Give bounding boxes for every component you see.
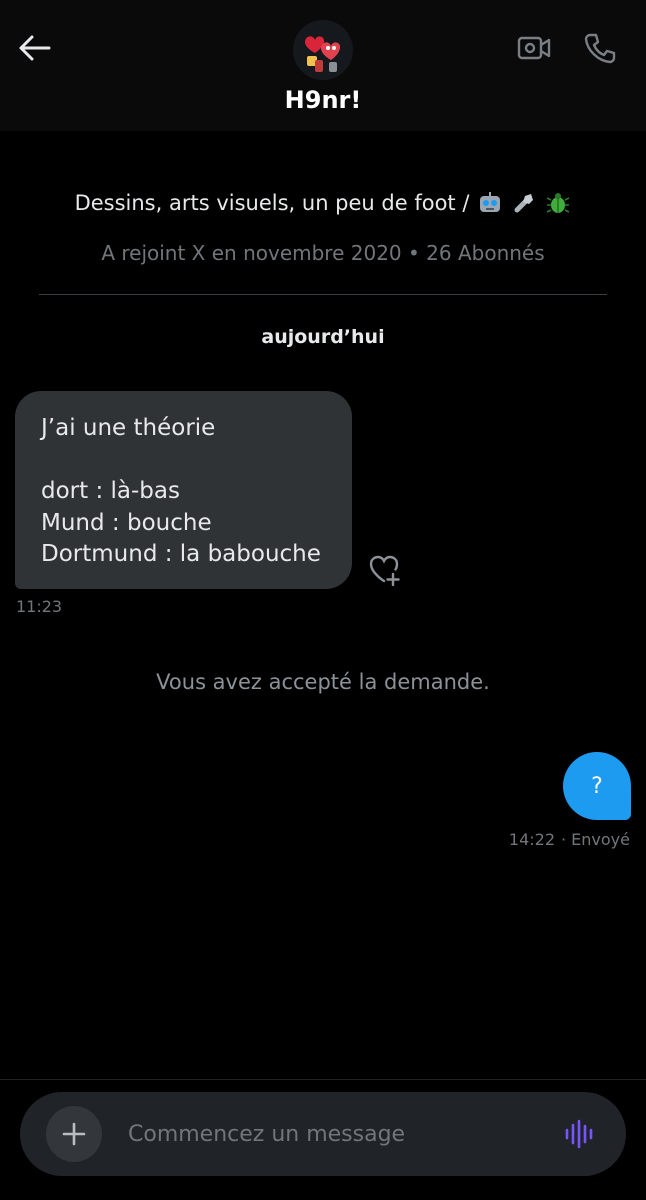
back-button[interactable] [14,30,54,66]
bolt-emoji-icon [514,194,534,213]
heart-plus-icon [369,555,400,586]
message-line: J’ai une théorie [41,415,216,441]
arrow-left-icon [19,35,51,61]
voice-call-button[interactable] [580,28,620,68]
video-call-button[interactable] [514,30,554,66]
add-reaction-button[interactable] [366,553,404,587]
plus-icon [62,1122,86,1146]
bio-text: Dessins, arts visuels, un peu de foot / [74,191,470,215]
divider [0,1079,646,1080]
message-input[interactable] [128,1114,528,1154]
beetle-emoji-icon [547,193,570,213]
profile-meta: A rejoint X en novembre 2020 • 26 Abonné… [101,241,545,265]
incoming-message-bubble[interactable]: J’ai une théorie dort : là-bas Mund : bo… [15,391,352,589]
conversation-username[interactable]: H9nr! [0,86,646,114]
heart-characters-avatar-icon [293,20,353,80]
phone-icon [584,33,616,64]
outgoing-message-time: 14:22 [508,830,555,849]
avatar[interactable] [293,20,353,80]
divider [39,294,607,295]
video-camera-icon [517,36,551,60]
message-line: dort : là-bas [41,478,180,504]
message-composer [20,1092,626,1176]
date-separator: aujourd’hui [261,326,385,348]
profile-bio: Dessins, arts visuels, un peu de foot / [0,190,646,216]
voice-wave-icon [565,1119,593,1149]
voice-message-button[interactable] [560,1114,600,1154]
outgoing-message-text: ? [591,773,603,799]
incoming-message-time: 11:23 [16,597,63,616]
message-line: Mund : bouche [41,509,212,536]
message-line [41,445,326,477]
message-line: Dortmund : la babouche [41,541,321,567]
robot-emoji-icon [480,192,501,212]
add-media-button[interactable] [46,1106,102,1162]
conversation-header: H9nr! [0,0,646,131]
outgoing-message-status: 14:22 · Envoyé [509,830,630,849]
outgoing-message-bubble[interactable]: ? [563,752,631,820]
system-message: Vous avez accepté la demande. [156,670,490,694]
delivery-status: · Envoyé [561,830,630,849]
